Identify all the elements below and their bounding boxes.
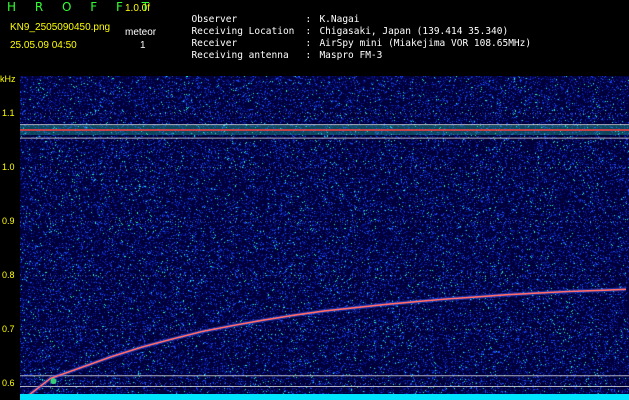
y-tick-label: 0.6 [2, 377, 15, 388]
meta-sep: : [305, 50, 312, 61]
y-tick-label: 0.8 [2, 269, 15, 280]
meta-key: Receiving antenna [191, 50, 289, 61]
trace-glow [24, 287, 627, 399]
trace-bright-spot [50, 378, 57, 385]
doppler-trace [25, 288, 627, 398]
spectrogram-overlay [20, 76, 629, 400]
datetime-label: 25.05.09 04:50 [10, 40, 77, 51]
version-label: 1.0.0f [125, 3, 151, 14]
filename-label: KN9_2505090450.png [10, 22, 111, 33]
meta-row-antenna: Receiving antenna: Maspro FM-3 [180, 39, 382, 61]
y-tick-label: 0.9 [2, 215, 15, 226]
y-tick-label: 1.0 [2, 161, 15, 172]
y-tick-label: 1.1 [2, 107, 15, 118]
baseline-strip [20, 394, 629, 400]
y-tick-label: 0.7 [2, 323, 15, 334]
meta-value: Maspro FM-3 [319, 50, 383, 61]
y-axis-unit: kHz [0, 74, 16, 84]
mode-label: meteor [125, 27, 157, 38]
spectrogram-plot [20, 76, 629, 400]
mode-value: 1 [140, 40, 146, 51]
